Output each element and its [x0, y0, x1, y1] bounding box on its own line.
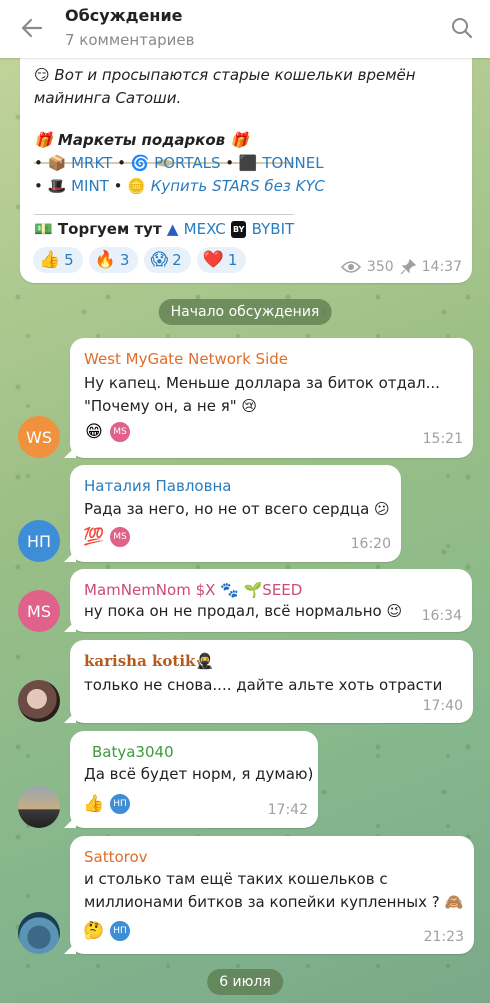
channel-post: 😏 Вот и просыпаются старые кошельки врем… — [20, 40, 472, 283]
post-meta: 350 14:37 — [340, 259, 462, 275]
post-text-line-2: майнинга Сатоши. — [34, 89, 182, 107]
reaction-heart[interactable]: ❤️ 1 — [196, 247, 247, 273]
link-tonnel[interactable]: TONNEL — [262, 154, 323, 172]
link-portals[interactable]: PORTALS — [154, 154, 220, 172]
comment-bubble: Наталия Павловна Рада за него, но не от … — [70, 465, 401, 562]
comment-bubble: Sattorov и столько там ещё таких кошельк… — [70, 836, 474, 954]
portals-icon: 🌀 — [130, 154, 150, 172]
comment-author[interactable]: Sattorov — [84, 848, 148, 866]
hundred-reaction: 💯 — [83, 526, 105, 547]
avatar[interactable]: НП — [18, 520, 60, 562]
grin-reaction: 😁 — [85, 421, 103, 442]
comment-text-line: миллионами битков за копейки купленных ?… — [84, 893, 464, 911]
arrow-left-icon — [21, 18, 43, 38]
comment-time: 17:42 — [267, 802, 308, 818]
eye-icon — [340, 261, 361, 273]
reaction-scream[interactable]: 😱 2 — [144, 247, 191, 273]
search-icon — [452, 18, 473, 39]
comment-text-line: ну пока он не продал, всё нормально 😉 — [84, 602, 403, 620]
comment-time: 17:40 — [422, 698, 463, 714]
comment-text-line: Рада за него, но не от всего сердца 😕 — [84, 500, 390, 518]
discussion-start-label: Начало обсуждения — [158, 299, 332, 325]
avatar-photo[interactable] — [18, 680, 60, 722]
reactor-avatar: MS — [108, 420, 132, 444]
header-title: Обсуждение — [65, 6, 183, 25]
comment-bubble: MamNemNom $X 🐾 🌱SEED ну пока он не прода… — [70, 569, 472, 632]
view-count: 350 — [366, 259, 394, 275]
reactor-avatar: MS — [108, 525, 132, 549]
mexc-icon: ▲ — [166, 220, 179, 238]
comment-author[interactable]: MamNemNom $X 🐾 🌱SEED — [84, 581, 302, 599]
comment-time: 21:23 — [423, 929, 464, 945]
star-coin-icon: 🪙 — [127, 177, 146, 195]
comment-text-line: только не снова.... дайте альте хоть отр… — [84, 676, 443, 694]
comment-reactions[interactable]: 😁 MS — [82, 420, 132, 444]
comment-bubble: Batya3040 Да всё будет норм, я думаю) 👍 … — [70, 731, 318, 828]
gift-icon: 🎁 — [34, 131, 53, 149]
comment-bubble: karisha kotik🥷 только не снова.... дайте… — [70, 640, 473, 723]
comment-author[interactable]: West MyGate Network Side — [84, 350, 288, 368]
pin-icon — [400, 259, 416, 275]
reaction-fire[interactable]: 🔥 3 — [88, 247, 139, 273]
avatar-photo[interactable] — [18, 786, 60, 828]
comment-reactions[interactable]: 💯 MS — [82, 525, 132, 549]
post-time: 14:37 — [421, 259, 462, 275]
bybit-icon: BY — [230, 221, 247, 238]
mrkt-icon: 📦 — [47, 154, 67, 172]
link-bybit[interactable]: BYBIT — [252, 220, 295, 238]
comment-bubble: West MyGate Network Side Ну капец. Меньш… — [70, 338, 473, 458]
post-text-line-1: Вот и просыпаются старые кошельки времён — [54, 66, 416, 84]
comment-author[interactable]: Наталия Павловна — [84, 477, 231, 495]
avatar-photo[interactable] — [18, 912, 60, 954]
comment-text-line: Да всё будет норм, я думаю) — [84, 765, 314, 783]
date-separator: 6 июля — [207, 969, 283, 995]
link-mexc[interactable]: MEXC — [184, 220, 226, 238]
tonnel-icon: ⬛ — [238, 154, 258, 172]
avatar[interactable]: MS — [18, 590, 60, 632]
reactor-avatar: НП — [108, 792, 132, 816]
divider — [34, 214, 294, 215]
troll-face-emoji: 😏 — [34, 66, 50, 84]
mint-icon: 🎩 — [47, 177, 67, 195]
comment-author[interactable]: Batya3040 — [92, 743, 174, 761]
search-button[interactable] — [446, 12, 478, 44]
avatar[interactable]: WS — [18, 416, 60, 458]
comment-author[interactable]: karisha kotik🥷 — [84, 652, 214, 670]
comment-text-line: и столько там ещё таких кошельков с — [84, 870, 388, 888]
money-icon: 💵 — [34, 220, 53, 238]
gift-icon: 🎁 — [230, 131, 250, 149]
comment-text-line: Ну капец. Меньше доллара за биток отдал.… — [84, 374, 440, 392]
link-mint[interactable]: MINT — [71, 177, 109, 195]
comment-reactions[interactable]: 👍 НП — [82, 792, 132, 816]
comment-time: 15:21 — [422, 431, 463, 447]
reaction-thumbs-up[interactable]: 👍 5 — [33, 247, 83, 273]
link-mrkt[interactable]: MRKT — [71, 154, 112, 172]
trade-label: Торгуем тут — [57, 220, 162, 238]
comment-reactions[interactable]: 🤔 НП — [82, 919, 132, 943]
back-button[interactable] — [14, 12, 50, 44]
comment-time: 16:34 — [421, 608, 462, 624]
comment-text-line: "Почему он, а не я" 😢 — [84, 397, 258, 415]
thinking-reaction: 🤔 — [83, 920, 105, 941]
comment-time: 16:20 — [350, 536, 391, 552]
reactor-avatar: НП — [108, 919, 132, 943]
markets-title: Маркеты подарков — [57, 131, 226, 149]
top-bar: Обсуждение 7 комментариев — [0, 0, 490, 58]
thumbs-up-reaction: 👍 — [83, 793, 105, 814]
comment-count: 7 комментариев — [65, 31, 195, 49]
post-reactions: 👍 5 🔥 3 😱 2 ❤️ 1 — [33, 247, 247, 273]
link-buy-stars[interactable]: Купить STARS без KYC — [151, 177, 325, 195]
